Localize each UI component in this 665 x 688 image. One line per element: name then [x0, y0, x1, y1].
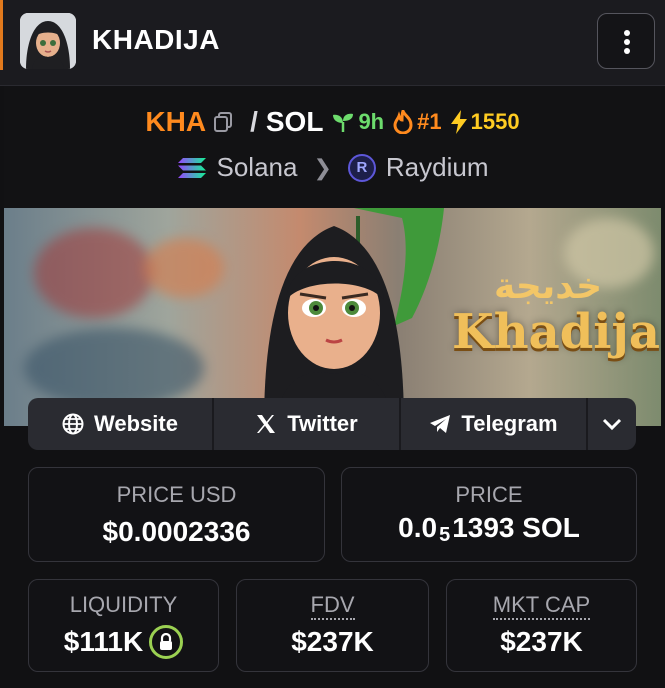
price-usd-card: PRICE USD $0.0002336 — [28, 467, 325, 562]
khadija-illustration — [264, 208, 444, 426]
price-native-value: 0.0 51393 SOL — [342, 512, 636, 547]
pair-title-row: KHA / SOL 9h #1 1550 — [4, 106, 661, 138]
token-name: KHADIJA — [92, 24, 220, 55]
mktcap-label-wrap: MKT CAP — [447, 592, 636, 620]
banner-title: Khadija — [452, 304, 660, 360]
kebab-menu-dot — [624, 48, 630, 54]
twitter-link[interactable]: Twitter — [214, 398, 401, 450]
kebab-menu-dot — [624, 39, 630, 45]
lightning-icon — [450, 110, 467, 134]
mktcap-value: $237K — [500, 626, 583, 657]
telegram-label: Telegram — [461, 411, 558, 436]
token-header: KHADIJA — [0, 0, 665, 86]
copy-icon[interactable] — [212, 111, 234, 133]
banner-bg-blob — [144, 238, 224, 298]
fdv-label[interactable]: FDV — [310, 592, 355, 620]
liquidity-value-row: $111K — [29, 624, 218, 661]
base-symbol: KHA — [145, 106, 207, 137]
age-value: 9h — [358, 109, 385, 134]
more-links-dropdown[interactable] — [588, 398, 636, 450]
fdv-card: FDV $237K — [236, 579, 429, 672]
price-native-label: PRICE — [455, 482, 523, 507]
pair-separator: / — [250, 106, 258, 137]
pair-info: KHA / SOL 9h #1 1550 Solana ❯ R Raydium — [4, 86, 661, 208]
banner-bg-blob — [34, 228, 154, 318]
social-links-bar: Website Twitter Telegram — [28, 398, 636, 450]
chevron-down-icon — [602, 418, 622, 431]
price-usd-value: $0.0002336 — [102, 516, 251, 547]
mktcap-card: MKT CAP $237K — [446, 579, 637, 672]
quote-symbol: SOL — [265, 106, 324, 137]
lock-icon[interactable] — [149, 624, 184, 659]
boost-badge[interactable]: 1550 — [450, 109, 520, 135]
kebab-menu-icon — [624, 30, 630, 36]
banner-arabic-text: خديجة — [494, 266, 603, 307]
price-prefix: 0.0 — [398, 512, 438, 543]
rank-badge[interactable]: #1 — [392, 109, 442, 135]
website-link[interactable]: Website — [28, 398, 214, 450]
price-usd-label: PRICE USD — [116, 482, 237, 507]
price-native-card: PRICE 0.0 51393 SOL — [341, 467, 637, 562]
boost-value: 1550 — [470, 109, 520, 134]
fire-icon — [393, 110, 413, 134]
chain-name[interactable]: Solana — [217, 152, 298, 183]
token-avatar — [20, 13, 76, 69]
sprout-icon — [333, 113, 354, 132]
rank-value: #1 — [417, 109, 442, 134]
twitter-label: Twitter — [287, 411, 358, 436]
token-banner-image: خديجة Khadija — [4, 208, 661, 426]
price-suffix: 1393 SOL — [452, 512, 580, 543]
telegram-icon — [430, 415, 451, 433]
header-accent-edge — [0, 0, 3, 70]
dex-name[interactable]: Raydium — [386, 152, 489, 183]
fdv-value: $237K — [291, 626, 374, 657]
chain-breadcrumb: Solana ❯ R Raydium — [4, 152, 661, 183]
x-logo-icon — [257, 415, 276, 433]
liquidity-label: LIQUIDITY — [69, 592, 178, 617]
telegram-link[interactable]: Telegram — [401, 398, 588, 450]
globe-icon — [62, 413, 84, 435]
solana-icon — [177, 157, 206, 178]
liquidity-card: LIQUIDITY $111K — [28, 579, 219, 672]
age-badge: 9h — [331, 109, 384, 135]
price-zero-count: 5 — [439, 524, 451, 546]
fdv-label-wrap: FDV — [237, 592, 428, 620]
chevron-right-icon: ❯ — [313, 154, 332, 180]
mktcap-label[interactable]: MKT CAP — [492, 592, 591, 620]
more-menu-button[interactable] — [597, 13, 655, 69]
liquidity-value: $111K — [63, 626, 144, 657]
banner-bg-blob — [24, 328, 204, 408]
website-label: Website — [94, 411, 178, 436]
raydium-icon: R — [347, 153, 376, 182]
